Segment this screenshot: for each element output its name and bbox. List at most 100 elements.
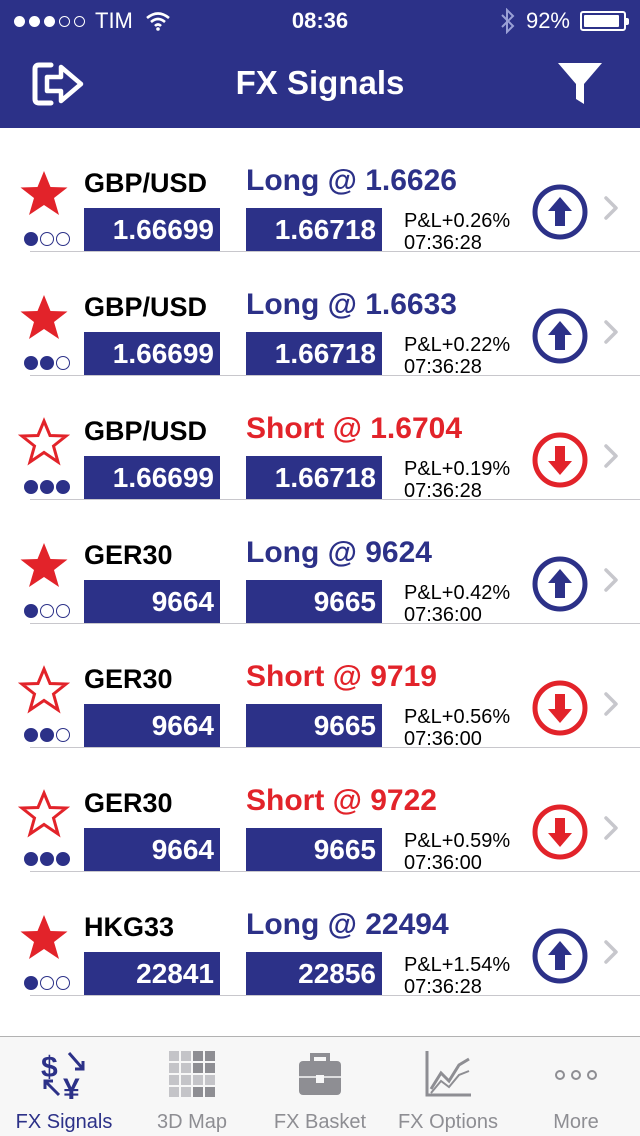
instrument-symbol: GBP/USD <box>84 416 208 446</box>
strength-dot <box>24 232 38 246</box>
favorite-star-icon[interactable] <box>18 168 70 220</box>
bid-price: 9664 <box>84 828 220 872</box>
bid-price: 1.66699 <box>84 208 220 252</box>
pl-value: P&L+0.19% <box>404 458 511 480</box>
strength-dot <box>56 232 70 246</box>
row-separator <box>30 995 640 996</box>
signal-row[interactable]: GBP/USD Short @ 1.6704 1.66699 1.66718 P&L+0… <box>0 376 640 502</box>
status-bar: TIM 08:36 92% <box>0 0 640 40</box>
tab-label: More <box>553 1111 599 1133</box>
instrument-symbol: GER30 <box>84 540 173 570</box>
tab-briefcase[interactable]: FX Basket <box>256 1037 384 1136</box>
strength-dot <box>56 604 70 618</box>
pl-info: P&L+0.56% 07:36:00 <box>404 706 510 750</box>
strength-dot <box>40 852 54 866</box>
strength-dot <box>40 976 54 990</box>
tab-map-grid[interactable]: 3D Map <box>128 1037 256 1136</box>
ask-price: 1.66718 <box>246 332 382 376</box>
pl-info: P&L+0.26% 07:36:28 <box>404 210 510 254</box>
chevron-right-icon <box>604 196 618 220</box>
chevron-right-icon <box>604 816 618 840</box>
ask-price: 9665 <box>246 704 382 748</box>
favorite-star-icon[interactable] <box>18 912 70 964</box>
strength-dot <box>56 356 70 370</box>
instrument-symbol: GBP/USD <box>84 168 208 198</box>
pl-info: P&L+0.59% 07:36:00 <box>404 830 510 874</box>
arrow-up-circle-icon <box>532 308 588 364</box>
status-right: 92% <box>500 8 629 34</box>
filter-button[interactable] <box>550 56 610 112</box>
tab-label: FX Basket <box>273 1111 367 1133</box>
pl-value: P&L+1.54% <box>404 954 511 976</box>
tab-bar: $ ¥ FX Signals 3D Map FX Basket FX Options Mor… <box>0 1036 640 1136</box>
bid-price: 9664 <box>84 704 220 748</box>
strength-dot <box>40 480 54 494</box>
ask-price: 22856 <box>246 952 382 996</box>
tab-fx-signals[interactable]: $ ¥ FX Signals <box>0 1037 128 1136</box>
instrument-symbol: GER30 <box>84 788 173 818</box>
signal-row[interactable]: GBP/USD Long @ 1.6626 1.66699 1.66718 P&L+0.… <box>0 128 640 254</box>
battery-percent: 92% <box>525 8 570 33</box>
svg-text:$: $ <box>41 1051 58 1084</box>
arrow-down-circle-icon <box>532 680 588 736</box>
strength-dot <box>40 356 54 370</box>
strength-dot <box>40 604 54 618</box>
chevron-right-icon <box>604 568 618 592</box>
strength-dot <box>40 728 54 742</box>
signal-strength-indicator <box>24 976 70 990</box>
pl-value: P&L+0.42% <box>404 582 511 604</box>
signal-row[interactable]: GER30 Short @ 9722 9664 9665 P&L+0.59% 07:36:… <box>0 748 640 874</box>
filter-icon <box>558 63 602 104</box>
signal-entry: Long @ 1.6633 <box>246 288 457 321</box>
pl-info: P&L+0.22% 07:36:28 <box>404 334 510 378</box>
ask-price: 9665 <box>246 580 382 624</box>
more-dots-icon <box>555 1070 597 1080</box>
favorite-star-icon[interactable] <box>18 416 70 468</box>
pl-value: P&L+0.59% <box>404 830 511 852</box>
bid-price: 1.66699 <box>84 332 220 376</box>
signal-entry: Short @ 1.6704 <box>246 412 463 445</box>
chevron-right-icon <box>604 940 618 964</box>
strength-dot <box>24 852 38 866</box>
arrow-up-circle-icon <box>532 556 588 612</box>
ask-price: 9665 <box>246 828 382 872</box>
bluetooth-icon <box>501 8 515 34</box>
favorite-star-icon[interactable] <box>18 664 70 716</box>
signal-row[interactable]: HKG33 Long @ 22494 22841 22856 P&L+1.54% 07:3… <box>0 872 640 998</box>
chevron-right-icon <box>604 320 618 344</box>
tab-label: 3D Map <box>156 1111 228 1133</box>
bid-price: 1.66699 <box>84 456 220 500</box>
signal-strength-indicator <box>24 232 70 246</box>
bid-price: 9664 <box>84 580 220 624</box>
arrow-down-circle-icon <box>532 432 588 488</box>
instrument-symbol: HKG33 <box>84 912 175 942</box>
signal-entry: Short @ 9722 <box>246 784 437 817</box>
strength-dot <box>56 728 70 742</box>
favorite-star-icon[interactable] <box>18 540 70 592</box>
tab-label: FX Signals <box>15 1111 113 1133</box>
battery-icon <box>580 11 629 31</box>
tab-more-dots[interactable]: More <box>512 1037 640 1136</box>
signal-strength-indicator <box>24 728 70 742</box>
strength-dot <box>24 480 38 494</box>
map-grid-icon <box>169 1051 215 1097</box>
page-title: FX Signals <box>235 64 405 101</box>
signal-row[interactable]: GBP/USD Long @ 1.6633 1.66699 1.66718 P&L+0.… <box>0 252 640 378</box>
arrow-up-circle-icon <box>532 928 588 984</box>
signal-strength-indicator <box>24 480 70 494</box>
signal-strength-indicator <box>24 356 70 370</box>
strength-dot <box>40 232 54 246</box>
signal-row[interactable]: GER30 Long @ 9624 9664 9665 P&L+0.42% 07:36:0… <box>0 500 640 626</box>
line-chart-icon <box>425 1051 471 1097</box>
app-header: TIM 08:36 92% FX Signals <box>0 0 640 128</box>
ask-price: 1.66718 <box>246 456 382 500</box>
tab-line-chart[interactable]: FX Options <box>384 1037 512 1136</box>
strength-dot <box>56 976 70 990</box>
svg-text:¥: ¥ <box>63 1073 80 1101</box>
bid-price: 22841 <box>84 952 220 996</box>
signal-row[interactable]: GER30 Short @ 9719 9664 9665 P&L+0.56% 07:36:… <box>0 624 640 750</box>
favorite-star-icon[interactable] <box>18 292 70 344</box>
strength-dot <box>24 356 38 370</box>
pl-value: P&L+0.56% <box>404 706 511 728</box>
favorite-star-icon[interactable] <box>18 788 70 840</box>
